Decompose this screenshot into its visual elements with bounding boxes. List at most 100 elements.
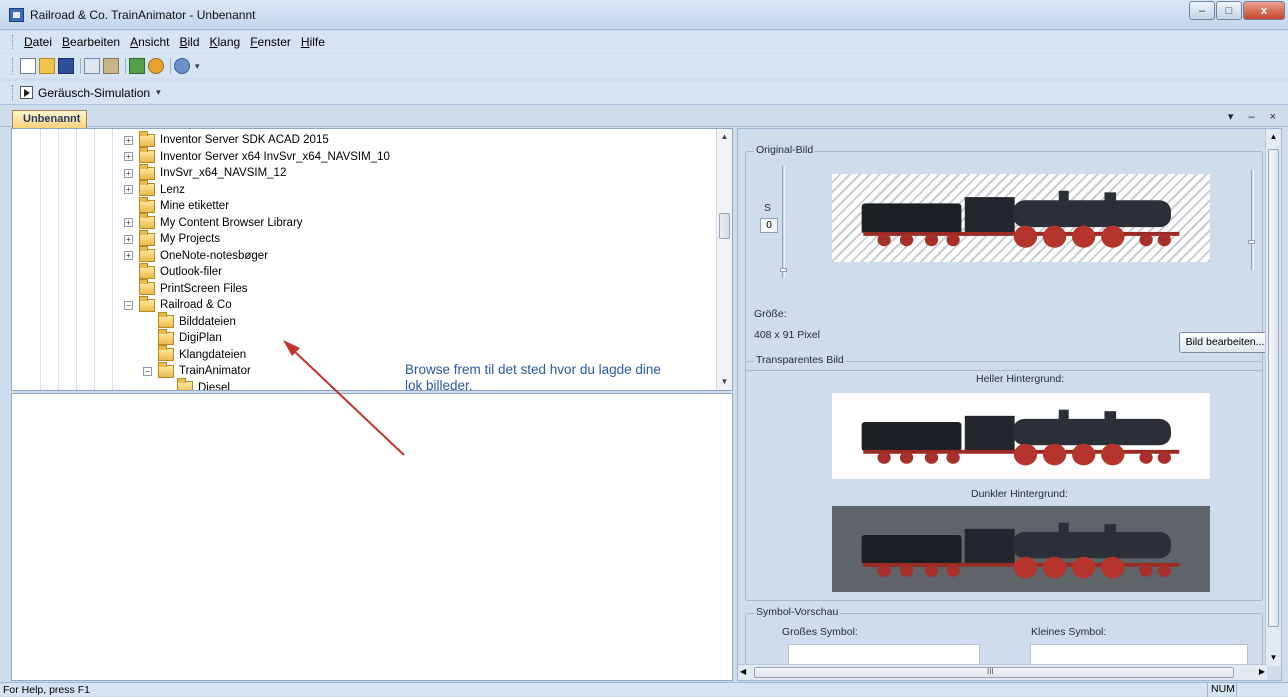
menu-klang[interactable]: Klang — [205, 35, 246, 49]
tree-guide-line — [76, 129, 77, 390]
original-image-label: Original-Bild — [754, 144, 816, 156]
tree-item[interactable]: Diesel — [162, 378, 230, 390]
folder-icon — [139, 196, 155, 213]
s-slider-thumb[interactable] — [780, 268, 787, 272]
tree-item-label: Inventor Server x64 InvSvr_x64_NAVSIM_10 — [160, 150, 390, 163]
collapse-icon[interactable]: − — [124, 300, 133, 310]
folder-icon — [139, 262, 155, 279]
sound-simulation-button[interactable]: Geräusch-Simulation — [20, 86, 150, 100]
paste-icon[interactable] — [103, 58, 119, 74]
folder-icon — [139, 180, 155, 196]
open-icon[interactable] — [39, 58, 55, 74]
right-slider-thumb[interactable] — [1248, 240, 1255, 244]
dark-background-image — [832, 506, 1210, 592]
expand-icon[interactable]: + — [124, 168, 133, 178]
maximize-button[interactable]: □ — [1216, 1, 1242, 20]
minimize-button[interactable]: – — [1189, 1, 1215, 20]
s-value-field[interactable]: 0 — [760, 218, 778, 233]
copy-icon[interactable] — [84, 58, 100, 74]
scroll-left-icon[interactable]: ◀ — [740, 667, 746, 676]
simbar-grip[interactable] — [12, 84, 15, 101]
folder-icon — [139, 279, 155, 295]
edit-image-button[interactable]: Bild bearbeiten... — [1179, 332, 1271, 353]
status-text: For Help, press F1 — [3, 684, 90, 696]
tree-guide-line — [40, 129, 41, 390]
tree-item[interactable]: Bilddateien — [143, 312, 236, 330]
close-button[interactable]: x — [1243, 1, 1285, 20]
folder-icon — [158, 328, 174, 345]
expand-icon[interactable]: + — [124, 251, 133, 260]
tree-scrollbar[interactable]: ▲ ▼ — [716, 129, 732, 390]
tree-scroll-thumb[interactable] — [719, 213, 730, 239]
toolbar-separator — [170, 58, 171, 74]
expand-icon[interactable]: + — [124, 135, 133, 145]
document-window-controls[interactable]: ▾ – × — [1228, 110, 1282, 123]
menu-bearbeiten[interactable]: Bearbeiten — [57, 35, 125, 49]
save-icon[interactable] — [58, 58, 74, 74]
menu-ansicht[interactable]: Ansicht — [125, 35, 174, 49]
tree-item[interactable]: + OneNote-notesbøger — [124, 246, 268, 264]
file-list-panel[interactable] — [11, 393, 733, 681]
new-icon[interactable] — [20, 58, 36, 74]
toolbar-overflow-icon[interactable]: ▾ — [195, 61, 200, 72]
tree-item[interactable]: DigiPlan — [143, 328, 222, 346]
toolbar-grip[interactable] — [12, 58, 15, 74]
tree-item[interactable]: PrintScreen Files — [124, 279, 248, 297]
scroll-right-icon[interactable]: ▶ — [1259, 667, 1265, 676]
preview-horizontal-scrollbar[interactable]: ◀ III ▶ — [738, 664, 1267, 680]
simbar-overflow-icon[interactable]: ▾ — [156, 87, 161, 98]
preview-hscroll-thumb[interactable]: III — [754, 667, 1234, 678]
collapse-icon[interactable]: − — [143, 366, 152, 376]
scroll-down-icon[interactable]: ▼ — [717, 374, 732, 390]
toolbar-separator — [80, 58, 81, 74]
tree-item[interactable]: − Railroad & Co — [124, 295, 232, 313]
menu-fenster[interactable]: Fenster — [245, 35, 296, 49]
tab-unbenannt[interactable]: Unbenannt — [12, 110, 88, 128]
tree-item[interactable]: Outlook-filer — [124, 262, 222, 280]
tree-item-label: Mine etiketter — [160, 200, 230, 212]
folder-tree-content: + Inventor Server SDK ACAD 2015 + Inventor … — [12, 129, 717, 390]
tree-item[interactable]: + InvSvr_x64_NAVSIM_12 — [124, 163, 287, 181]
locomotive-image — [855, 186, 1188, 249]
tree-item[interactable]: + My Projects — [124, 229, 220, 247]
title-bar: Railroad & Co. TrainAnimator - Unbenannt… — [0, 0, 1288, 30]
size-label: Größe: — [754, 308, 787, 320]
folder-tree[interactable]: + Inventor Server SDK ACAD 2015 + Inventor … — [11, 128, 733, 391]
folder-icon — [139, 229, 155, 246]
tree-item-label: DigiPlan — [179, 332, 222, 344]
preview-scroll-thumb[interactable] — [1268, 149, 1279, 627]
tree-item-label: Outlook-filer — [160, 266, 222, 278]
preview-vertical-scrollbar[interactable]: ▲ ▼ — [1265, 129, 1281, 666]
locomotive-drawing — [861, 522, 1179, 579]
scroll-up-icon[interactable]: ▲ — [717, 129, 732, 145]
tree-item[interactable]: + Inventor Server x64 InvSvr_x64_NAVSIM_1… — [124, 147, 390, 165]
menubar-grip[interactable] — [12, 35, 15, 49]
s-slider[interactable] — [782, 166, 785, 278]
tree-item[interactable]: + My Content Browser Library — [124, 213, 303, 231]
tree-item[interactable]: Klangdateien — [143, 345, 246, 363]
tree-item[interactable]: − TrainAnimator — [143, 361, 251, 379]
sound-icon[interactable] — [148, 58, 164, 74]
scroll-down-icon[interactable]: ▼ — [1266, 650, 1281, 666]
expand-icon[interactable]: + — [124, 152, 133, 161]
light-background-label: Heller Hintergrund: — [976, 373, 1065, 385]
scroll-up-icon[interactable]: ▲ — [1266, 129, 1281, 145]
simulation-toolbar: Geräusch-Simulation ▾ — [0, 81, 1288, 105]
tree-item[interactable]: + Inventor Server SDK ACAD 2015 — [124, 130, 329, 148]
status-bar: For Help, press F1 NUM — [0, 682, 1288, 697]
about-icon[interactable] — [174, 58, 190, 74]
menu-datei[interactable]: Datei — [19, 35, 57, 49]
tree-item-label: TrainAnimator — [179, 365, 251, 377]
right-slider[interactable] — [1251, 170, 1254, 270]
picture-icon[interactable] — [129, 58, 145, 74]
tree-item-label: InvSvr_x64_NAVSIM_12 — [160, 167, 287, 179]
menu-bild[interactable]: Bild — [174, 35, 204, 49]
expand-icon[interactable]: + — [124, 218, 133, 227]
tree-item[interactable]: Mine etiketter — [124, 196, 230, 214]
menu-hilfe[interactable]: Hilfe — [296, 35, 330, 49]
s-label: S — [764, 202, 772, 214]
tree-item[interactable]: + Lenz — [124, 180, 185, 198]
expand-icon[interactable]: + — [124, 234, 133, 244]
expand-icon[interactable]: + — [124, 185, 133, 194]
locomotive-image — [855, 518, 1188, 580]
